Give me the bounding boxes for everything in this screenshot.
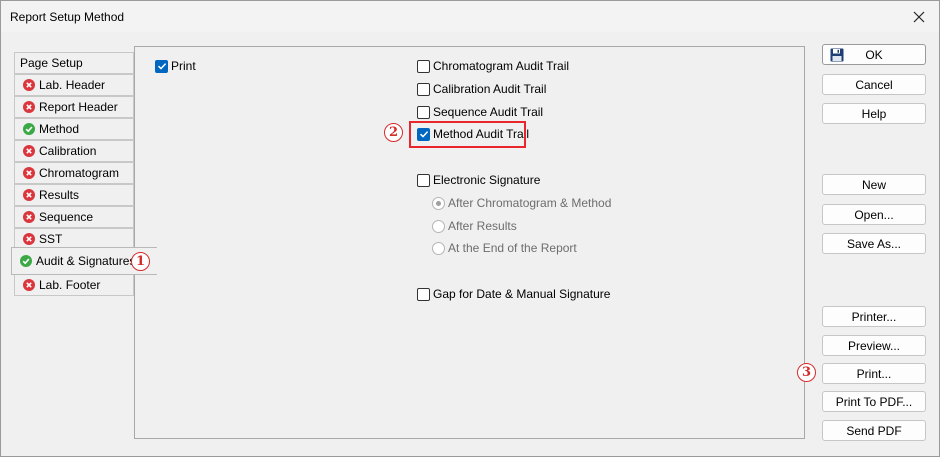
checkbox-box — [155, 59, 168, 73]
chromatogram-audit-checkbox[interactable]: Chromatogram Audit Trail — [417, 58, 569, 74]
error-icon — [23, 211, 35, 223]
highlight-box — [409, 121, 526, 148]
tab-report-header[interactable]: Report Header — [14, 96, 134, 118]
checkbox-box — [417, 105, 430, 119]
window-title: Report Setup Method — [10, 10, 125, 24]
radio-circle — [432, 196, 445, 210]
tab-label: Calibration — [39, 144, 97, 158]
annotation-marker-1: 1 — [131, 252, 150, 271]
radio-circle — [432, 241, 445, 255]
open-button[interactable]: Open... — [822, 204, 926, 225]
tab-label: Page Setup — [20, 56, 83, 70]
calibration-audit-checkbox[interactable]: Calibration Audit Trail — [417, 81, 546, 97]
tab-method[interactable]: Method — [14, 118, 134, 140]
tab-results[interactable]: Results — [14, 184, 134, 206]
tab-page-setup[interactable]: Page Setup — [14, 52, 134, 74]
print-checkbox[interactable]: Print — [155, 58, 196, 74]
check-icon — [23, 123, 35, 135]
tab-lab-footer[interactable]: Lab. Footer — [14, 274, 134, 296]
error-icon — [23, 233, 35, 245]
radio-label: After Chromatogram & Method — [448, 196, 612, 210]
annotation-marker-3: 3 — [797, 363, 816, 382]
button-label: Help — [861, 106, 887, 121]
new-button[interactable]: New — [822, 174, 926, 195]
tab-label: Method — [39, 122, 80, 136]
electronic-signature-checkbox[interactable]: Electronic Signature — [417, 172, 540, 188]
tab-calibration[interactable]: Calibration — [14, 140, 134, 162]
checkbox-label: Sequence Audit Trail — [433, 105, 544, 119]
close-button[interactable] — [899, 1, 939, 32]
tab-chromatogram[interactable]: Chromatogram — [14, 162, 134, 184]
tab-lab-header[interactable]: Lab. Header — [14, 74, 134, 96]
gap-signature-checkbox[interactable]: Gap for Date & Manual Signature — [417, 286, 610, 302]
tab-label: Sequence — [39, 210, 94, 224]
error-icon — [23, 145, 35, 157]
button-label: Preview... — [847, 338, 901, 353]
radio-after-results[interactable]: After Results — [432, 218, 517, 234]
title-bar: Report Setup Method — [1, 1, 939, 32]
sequence-audit-checkbox[interactable]: Sequence Audit Trail — [417, 104, 543, 120]
save-as-button[interactable]: Save As... — [822, 233, 926, 254]
button-label: New — [861, 177, 886, 192]
button-label: Save As... — [846, 236, 902, 251]
report-setup-dialog: Report Setup Method Page Setup Lab. Head… — [0, 0, 940, 457]
checkbox-label: Electronic Signature — [433, 173, 541, 187]
checkbox-label: Gap for Date & Manual Signature — [433, 287, 611, 301]
radio-label: After Results — [448, 219, 517, 233]
error-icon — [23, 101, 35, 113]
print-to-pdf-button[interactable]: Print To PDF... — [822, 391, 926, 412]
ok-button[interactable]: OK — [822, 44, 926, 65]
checkbox-label: Chromatogram Audit Trail — [433, 59, 570, 73]
tab-label: Lab. Header — [39, 78, 106, 92]
checkbox-label: Print — [171, 59, 196, 73]
tab-sequence[interactable]: Sequence — [14, 206, 134, 228]
audit-signatures-panel: Print Chromatogram Audit Trail Calibrati… — [134, 46, 805, 439]
annotation-marker-2: 2 — [384, 123, 403, 142]
error-icon — [23, 279, 35, 291]
print-button[interactable]: Print... — [822, 363, 926, 384]
tab-label: Audit & Signatures — [36, 254, 136, 268]
send-pdf-button[interactable]: Send PDF — [822, 420, 926, 441]
checkbox-box — [417, 287, 430, 301]
checkbox-box — [417, 82, 430, 96]
button-label: Open... — [854, 207, 894, 222]
check-icon — [20, 255, 32, 267]
tab-label: Report Header — [39, 100, 118, 114]
error-icon — [23, 189, 35, 201]
preview-button[interactable]: Preview... — [822, 335, 926, 356]
button-label: Send PDF — [846, 423, 902, 438]
checkbox-box — [417, 59, 430, 73]
close-icon — [913, 11, 925, 22]
save-disk-icon — [830, 48, 844, 62]
tab-label: SST — [39, 232, 63, 246]
printer-button[interactable]: Printer... — [822, 306, 926, 327]
check-icon — [157, 63, 166, 70]
radio-end-of-report[interactable]: At the End of the Report — [432, 240, 577, 256]
radio-after-chromatogram[interactable]: After Chromatogram & Method — [432, 195, 611, 211]
tab-label: Lab. Footer — [39, 278, 101, 292]
button-label: OK — [865, 47, 883, 62]
error-icon — [23, 167, 35, 179]
button-label: Cancel — [855, 77, 893, 92]
checkbox-label: Calibration Audit Trail — [433, 82, 547, 96]
button-label: Print... — [856, 366, 892, 381]
button-label: Printer... — [851, 309, 897, 324]
cancel-button[interactable]: Cancel — [822, 74, 926, 95]
button-label: Print To PDF... — [835, 394, 913, 409]
radio-circle — [432, 219, 445, 233]
error-icon — [23, 79, 35, 91]
help-button[interactable]: Help — [822, 103, 926, 124]
tab-label: Results — [39, 188, 80, 202]
radio-label: At the End of the Report — [448, 241, 577, 255]
tab-label: Chromatogram — [39, 166, 120, 180]
checkbox-box — [417, 173, 430, 187]
